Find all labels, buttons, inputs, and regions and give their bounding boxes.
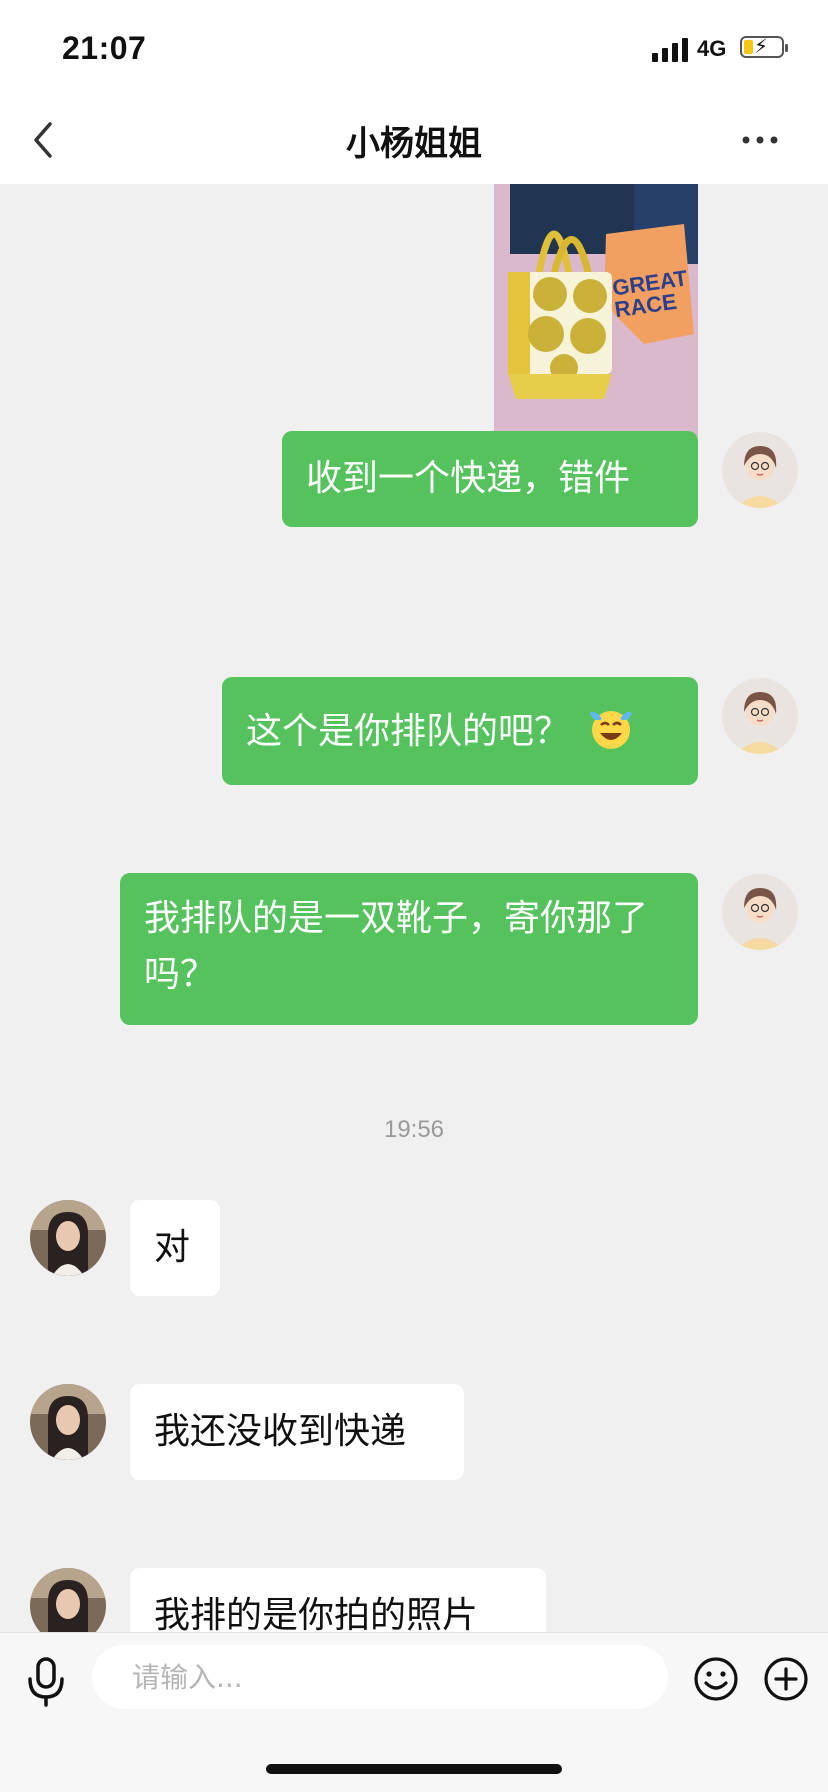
message-bubble-incoming[interactable]: 对 <box>130 1200 220 1296</box>
image-message[interactable]: GREAT RACE <box>494 184 698 446</box>
my-avatar[interactable] <box>722 432 798 508</box>
mic-icon[interactable] <box>24 1657 68 1707</box>
contact-avatar[interactable] <box>30 1568 106 1632</box>
network-type: 4G <box>697 36 727 61</box>
chat-area[interactable]: GREAT RACE 收到一个快递，错件 这个是你排队的吧？ 我排队的是一双靴子… <box>0 184 828 1632</box>
contact-avatar[interactable] <box>30 1200 106 1276</box>
battery-icon: ⚡ <box>740 34 788 58</box>
laughing-crying-emoji-icon <box>590 711 633 749</box>
message-bubble-outgoing[interactable]: 这个是你排队的吧？ <box>222 677 698 785</box>
message-bubble-outgoing[interactable]: 我排队的是一双靴子，寄你那了吗？ <box>120 873 698 1025</box>
charging-icon: ⚡ <box>754 34 769 58</box>
emoji-icon[interactable] <box>692 1655 740 1703</box>
message-input[interactable] <box>92 1645 668 1709</box>
battery-level <box>744 40 753 54</box>
message-bubble-incoming[interactable]: 我还没收到快递 <box>130 1384 464 1480</box>
message-text: 对 <box>154 1227 191 1268</box>
more-icon[interactable] <box>740 130 780 150</box>
chat-title: 小杨姐姐 <box>346 124 482 164</box>
message-text: 这个是你排队的吧？ <box>246 711 571 752</box>
timestamp: 19:56 <box>383 1116 445 1143</box>
my-avatar[interactable] <box>722 678 798 754</box>
contact-avatar[interactable] <box>30 1384 106 1460</box>
my-avatar[interactable] <box>722 874 798 950</box>
message-bubble-incoming[interactable]: 我排的是你拍的照片 <box>130 1568 546 1632</box>
home-indicator[interactable] <box>266 1764 562 1774</box>
signal-icon <box>652 38 688 62</box>
message-bubble-outgoing[interactable]: 收到一个快递，错件 <box>282 431 698 527</box>
status-time: 21:07 <box>62 30 147 66</box>
plus-icon[interactable] <box>762 1655 810 1703</box>
message-text: 我排队的是一双靴子，寄你那了吗？ <box>144 898 649 995</box>
message-text: 我排的是你拍的照片 <box>154 1595 479 1632</box>
status-bar: 21:07 4G ⚡ <box>0 0 828 100</box>
message-text: 收到一个快递，错件 <box>306 458 631 499</box>
message-text: 我还没收到快递 <box>154 1411 407 1452</box>
bag-photo: GREAT RACE <box>494 184 698 446</box>
